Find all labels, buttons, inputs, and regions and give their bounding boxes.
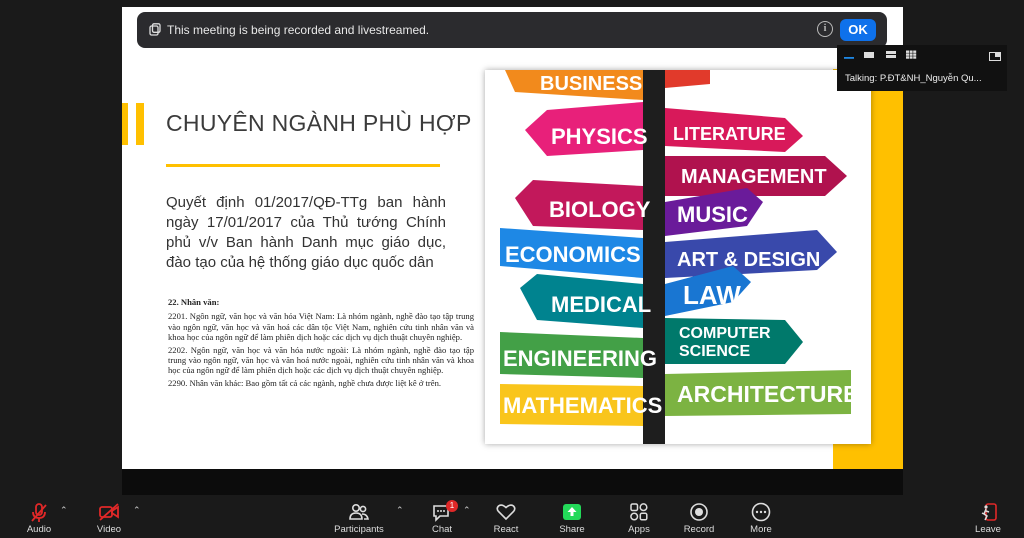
- slide-title: CHUYÊN NGÀNH PHÙ HỢP: [166, 110, 472, 136]
- strip-view-icon[interactable]: [885, 50, 897, 59]
- sign-management-label: MANAGEMENT: [681, 166, 827, 188]
- title-underline: [166, 164, 440, 167]
- chat-options-chevron-icon[interactable]: ⌃: [463, 505, 471, 516]
- chat-label: Chat: [431, 524, 453, 535]
- gallery-view-icon[interactable]: [905, 50, 917, 59]
- legal-paragraph: 2201. Ngôn ngữ, văn học và văn hóa Việt …: [168, 311, 474, 343]
- pop-out-icon[interactable]: [989, 52, 1001, 61]
- leave-label: Leave: [975, 524, 1001, 535]
- sign-computer-label: COMPUTER: [679, 325, 771, 342]
- more-icon: [751, 502, 771, 522]
- audio-button[interactable]: Audio: [19, 500, 59, 538]
- heart-icon: [496, 504, 516, 521]
- sign-business-label: BUSINESS: [540, 73, 642, 95]
- legal-heading: 22. Nhân văn:: [168, 297, 220, 307]
- recording-banner-text: This meeting is being recorded and lives…: [167, 23, 430, 37]
- shared-slide: CHUYÊN NGÀNH PHÙ HỢP Quyết định 01/2017/…: [122, 7, 903, 469]
- video-options-chevron-icon[interactable]: ⌃: [133, 505, 141, 516]
- react-label: React: [493, 524, 519, 535]
- record-label: Record: [683, 524, 715, 535]
- record-button[interactable]: Record: [679, 500, 719, 538]
- sign-literature-label: LITERATURE: [673, 124, 786, 144]
- sign-art-design-label: ART & DESIGN: [677, 249, 820, 271]
- video-button[interactable]: Video: [89, 500, 129, 538]
- share-label: Share: [559, 524, 585, 535]
- participants-options-chevron-icon[interactable]: ⌃: [396, 505, 404, 516]
- sign-biology-label: BIOLOGY: [549, 197, 651, 222]
- chat-unread-badge: 1: [446, 500, 458, 512]
- participants-icon: [349, 503, 369, 520]
- record-icon: [690, 503, 708, 521]
- sign-mathematics-label: MATHEMATICS: [503, 393, 662, 418]
- audio-options-chevron-icon[interactable]: ⌃: [60, 505, 68, 516]
- active-speaker-panel: Talking: P.ĐT&NH_Nguyễn Qu...: [837, 45, 1007, 91]
- apps-button[interactable]: Apps: [619, 500, 659, 538]
- recording-banner: This meeting is being recorded and lives…: [137, 12, 887, 48]
- sign-physics-label: PHYSICS: [551, 124, 648, 149]
- camera-off-icon: [99, 503, 119, 521]
- more-label: More: [750, 524, 772, 535]
- sign-medical-label: MEDICAL: [551, 292, 651, 317]
- legal-paragraph: 2290. Nhân văn khác: Bao gồm tất cả các …: [168, 377, 442, 388]
- ok-button[interactable]: OK: [840, 19, 876, 41]
- microphone-muted-icon: [31, 503, 47, 522]
- accent-bar: [122, 103, 128, 145]
- react-button[interactable]: React: [486, 500, 526, 538]
- leave-icon: [981, 503, 997, 521]
- participants-label: Participants: [334, 524, 384, 535]
- video-label: Video: [96, 524, 122, 535]
- slide-quote: Quyết định 01/2017/QĐ-TTg ban hành ngày …: [166, 194, 446, 271]
- apps-icon: [630, 503, 648, 521]
- signpost-image: BUSINESS PHYSICS LITERATURE MANAGEMENT B…: [485, 70, 871, 444]
- sign-science-label: SCIENCE: [679, 343, 750, 360]
- speaker-view-icon[interactable]: [863, 50, 875, 59]
- info-icon[interactable]: i: [817, 21, 833, 37]
- sign-engineering-label: ENGINEERING: [503, 346, 657, 371]
- minimize-layout-icon[interactable]: [843, 50, 855, 59]
- talking-indicator: Talking: P.ĐT&NH_Nguyễn Qu...: [845, 73, 982, 84]
- accent-bar: [136, 103, 144, 145]
- sign-architecture-label: ARCHITECTURE: [677, 381, 858, 407]
- sign-top-right: [665, 70, 710, 88]
- sign-music-label: MUSIC: [677, 202, 748, 227]
- slide-letterbox: [122, 469, 903, 495]
- audio-label: Audio: [26, 524, 52, 535]
- legal-paragraph: 2202. Ngôn ngữ, văn học và văn hóa nước …: [168, 344, 474, 376]
- chat-button[interactable]: 1 Chat: [422, 500, 462, 538]
- share-button[interactable]: Share: [552, 500, 592, 538]
- recording-icon: [149, 23, 161, 36]
- share-screen-icon: [563, 504, 581, 520]
- legal-excerpt: 22. Nhân văn: 2201. Ngôn ngữ, văn học và…: [166, 297, 474, 390]
- more-button[interactable]: More: [741, 500, 781, 538]
- sign-economics-label: ECONOMICS: [505, 242, 641, 267]
- sign-law-label: LAW: [683, 280, 741, 310]
- apps-label: Apps: [628, 524, 650, 535]
- leave-button[interactable]: Leave: [968, 500, 1008, 538]
- participants-button[interactable]: Participants: [333, 500, 385, 538]
